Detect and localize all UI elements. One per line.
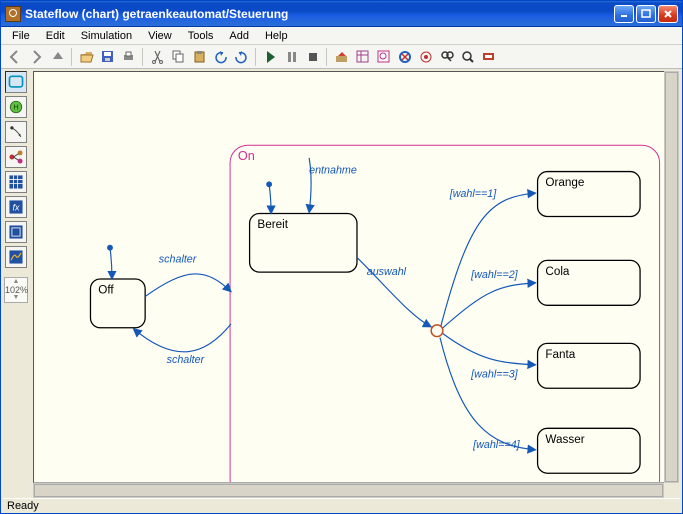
build-icon[interactable]: [331, 47, 351, 67]
state-label-cola: Cola: [545, 265, 570, 278]
embedded-matlab-tool[interactable]: [5, 246, 27, 268]
transition-label: schalter: [159, 253, 197, 265]
state-tool[interactable]: [5, 71, 27, 93]
titlebar[interactable]: Stateflow (chart) getraenkeautomat/Steue…: [1, 1, 682, 27]
find-icon[interactable]: [436, 47, 456, 67]
undo-icon[interactable]: [210, 47, 230, 67]
copy-icon[interactable]: [168, 47, 188, 67]
print-icon[interactable]: [118, 47, 138, 67]
toolbar-separator: [326, 48, 327, 66]
transition-wahl2[interactable]: [443, 283, 536, 328]
menu-item-add[interactable]: Add: [222, 29, 256, 43]
tool-palette: Hfx ▲102%▼: [3, 71, 29, 303]
toolbar-separator: [71, 48, 72, 66]
target-icon[interactable]: [415, 47, 435, 67]
forward-icon[interactable]: [26, 47, 46, 67]
vertical-scrollbar[interactable]: [664, 71, 679, 483]
stop-icon[interactable]: [302, 47, 322, 67]
simulink-icon[interactable]: [478, 47, 498, 67]
debug-icon[interactable]: [394, 47, 414, 67]
transition-wahl1[interactable]: [441, 193, 536, 326]
transition-wahl3[interactable]: [443, 334, 536, 365]
menu-item-file[interactable]: File: [5, 29, 37, 43]
cut-icon[interactable]: [147, 47, 167, 67]
save-icon[interactable]: [97, 47, 117, 67]
menu-item-tools[interactable]: Tools: [181, 29, 221, 43]
svg-text:H: H: [13, 102, 18, 111]
default-transition-bereit[interactable]: [269, 184, 271, 213]
default-transition-tool[interactable]: [5, 121, 27, 143]
svg-text:fx: fx: [12, 202, 20, 212]
statusbar: Ready: [3, 498, 680, 512]
menu-item-view[interactable]: View: [141, 29, 179, 43]
app-window: Stateflow (chart) getraenkeautomat/Steue…: [0, 0, 683, 514]
back-icon[interactable]: [5, 47, 25, 67]
connective-junction-tool[interactable]: [5, 146, 27, 168]
state-label-off: Off: [98, 284, 114, 297]
transition-label: entnahme: [309, 165, 357, 177]
toolbar-separator: [255, 48, 256, 66]
model-explorer-icon[interactable]: [352, 47, 372, 67]
junction[interactable]: [431, 325, 443, 337]
zoom-level[interactable]: ▲102%▼: [4, 277, 28, 303]
window-title: Stateflow (chart) getraenkeautomat/Steue…: [25, 7, 288, 21]
transition-label: [wahl==1]: [449, 188, 498, 200]
transition-label: [wahl==3]: [470, 369, 519, 381]
menubar: FileEditSimulationViewToolsAddHelp: [1, 27, 682, 45]
truth-table-tool[interactable]: [5, 171, 27, 193]
state-label-fanta: Fanta: [545, 348, 575, 361]
redo-icon[interactable]: [231, 47, 251, 67]
transition-schalter[interactable]: [145, 274, 231, 297]
maximize-button[interactable]: [636, 5, 656, 23]
state-label-orange: Orange: [545, 176, 584, 189]
close-button[interactable]: [658, 5, 678, 23]
menu-item-edit[interactable]: Edit: [39, 29, 72, 43]
transition-wahl4[interactable]: [440, 338, 536, 450]
state-label-wasser: Wasser: [545, 433, 584, 446]
transition-label: auswahl: [367, 266, 407, 278]
open-icon[interactable]: [76, 47, 96, 67]
transition-label: [wahl==4]: [472, 439, 521, 451]
minimize-button[interactable]: [614, 5, 634, 23]
state-label-bereit: Bereit: [257, 218, 288, 231]
paste-icon[interactable]: [189, 47, 209, 67]
chart-icon[interactable]: [373, 47, 393, 67]
toolbar-separator: [142, 48, 143, 66]
window-buttons: [614, 5, 678, 23]
transition-label: [wahl==2]: [470, 269, 519, 281]
box-tool[interactable]: [5, 221, 27, 243]
transition-schalter[interactable]: [133, 324, 231, 352]
toolbar: [1, 45, 682, 69]
horizontal-scrollbar[interactable]: [33, 483, 664, 498]
pause-icon[interactable]: [281, 47, 301, 67]
up-icon[interactable]: [47, 47, 67, 67]
chart-canvas[interactable]: Off On Bereit Orange Cola Fanta Wasser schalter…: [33, 71, 679, 483]
statechart-svg: Off On Bereit Orange Cola Fanta Wasser schalter…: [34, 72, 678, 482]
play-icon[interactable]: [260, 47, 280, 67]
status-text: Ready: [7, 500, 39, 512]
menu-item-help[interactable]: Help: [258, 29, 295, 43]
default-transition-off[interactable]: [110, 248, 112, 279]
menu-item-simulation[interactable]: Simulation: [74, 29, 139, 43]
state-label-on: On: [238, 149, 255, 163]
function-tool[interactable]: fx: [5, 196, 27, 218]
app-icon: [5, 6, 21, 22]
zoom-icon[interactable]: [457, 47, 477, 67]
transition-label: schalter: [167, 354, 205, 366]
history-junction-tool[interactable]: H: [5, 96, 27, 118]
